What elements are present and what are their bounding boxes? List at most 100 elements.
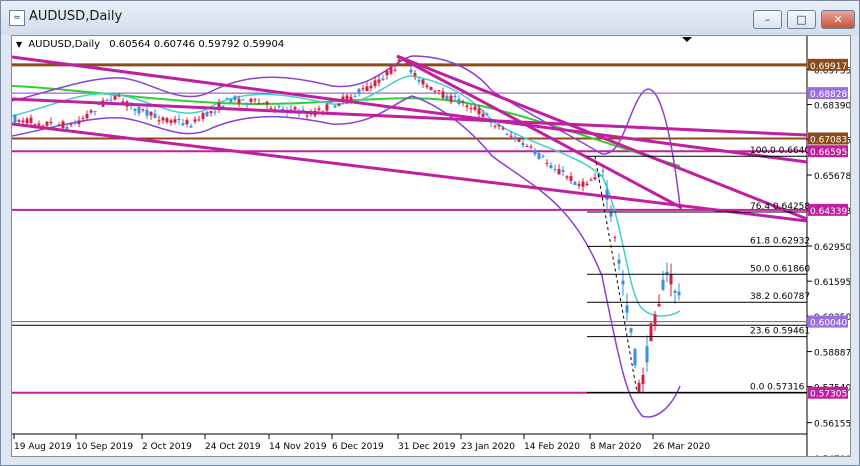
- candle-body: [629, 328, 633, 333]
- candle-body: [277, 106, 281, 108]
- candle-body: [265, 101, 269, 105]
- candle-body: [61, 121, 65, 129]
- candle-body: [545, 162, 549, 164]
- candle-body: [361, 88, 365, 90]
- candle-body: [581, 181, 585, 187]
- price-chart[interactable]: 100.0 0.66402 76.4 0.64258 61.8 0.62932 50.…: [12, 36, 850, 456]
- candle-body: [233, 96, 237, 100]
- candle-body: [197, 119, 201, 121]
- title-bar[interactable]: ≈ AUDUSD,Daily – □ ✕: [1, 1, 859, 35]
- candle-body: [177, 118, 181, 120]
- time-tick-label: 23 Jan 2020: [461, 442, 515, 452]
- candle-body: [541, 156, 545, 158]
- candle-body: [349, 96, 353, 101]
- candle-body: [501, 128, 505, 130]
- time-tick-label: 6 Dec 2019: [332, 442, 384, 452]
- candle-body: [33, 124, 37, 126]
- candle-body: [305, 115, 309, 117]
- fib-level-label: 100.0 0.66402: [750, 146, 816, 156]
- candle-body: [245, 103, 249, 105]
- time-tick-label: 24 Oct 2019: [205, 442, 261, 452]
- candle-body: [93, 111, 97, 113]
- candle-body: [137, 107, 141, 114]
- chart-window-icon[interactable]: ≈: [9, 10, 25, 26]
- fib-level-label: 50.0 0.61860: [750, 264, 810, 274]
- candle-body: [113, 95, 117, 100]
- candle-body: [381, 78, 385, 81]
- candle-body: [205, 111, 209, 117]
- candle-body: [617, 259, 621, 264]
- candle-body: [377, 79, 381, 83]
- candle-body: [29, 117, 33, 123]
- candle-body: [317, 108, 321, 111]
- chart-shift-marker-icon[interactable]: [682, 37, 692, 42]
- candle-body: [157, 120, 161, 122]
- candle-body: [397, 59, 401, 62]
- candle-body: [393, 69, 397, 71]
- chart-window: ≈ AUDUSD,Daily – □ ✕ ▼ AUDUSD,Daily 0.60…: [0, 0, 860, 466]
- candle-body: [105, 99, 109, 101]
- candle-body: [609, 212, 613, 217]
- candle-body: [477, 108, 481, 115]
- candle-body: [505, 133, 509, 135]
- candle-body: [625, 305, 629, 313]
- bollinger-lower: [12, 95, 681, 418]
- price-tag-label: 0.69917: [810, 62, 847, 72]
- candle-body: [269, 107, 273, 109]
- candle-body: [553, 168, 557, 170]
- candle-body: [165, 118, 169, 123]
- candle-body: [65, 126, 69, 129]
- candle-body: [17, 120, 21, 122]
- candle-body: [601, 170, 605, 172]
- candle-body: [213, 111, 217, 113]
- candle-body: [661, 279, 665, 290]
- chart-area[interactable]: ▼ AUDUSD,Daily 0.60564 0.60746 0.59792 0…: [11, 35, 851, 457]
- candle-body: [449, 95, 453, 103]
- candle-body: [229, 99, 233, 103]
- price-tag-label: 0.60040: [810, 319, 847, 329]
- candle-body: [593, 177, 597, 180]
- candle-body: [73, 122, 77, 125]
- price-tick-label: 0.58887: [814, 349, 850, 359]
- time-tick-label: 31 Dec 2019: [398, 442, 456, 452]
- trend-line: [12, 97, 808, 137]
- price-tag-label: 0.64339: [810, 207, 847, 217]
- candle-body: [613, 236, 617, 238]
- time-tick-label: 19 Aug 2019: [14, 442, 72, 452]
- candle-body: [57, 124, 61, 126]
- candle-body: [413, 73, 417, 76]
- close-button[interactable]: ✕: [821, 10, 855, 29]
- price-tick-label: 0.54790: [814, 455, 850, 456]
- candle-body: [373, 80, 377, 86]
- fib-level-label: 38.2 0.60787: [750, 292, 810, 302]
- candle-body: [81, 117, 85, 119]
- candle-body: [161, 117, 165, 121]
- candle-body: [53, 125, 57, 128]
- candle-body: [533, 149, 537, 155]
- price-tag-label: 0.68828: [810, 90, 847, 100]
- candle-body: [189, 125, 193, 128]
- candle-body: [21, 120, 25, 123]
- candle-body: [429, 86, 433, 90]
- candle-body: [333, 105, 337, 108]
- candle-body: [425, 85, 429, 88]
- candle-body: [673, 290, 677, 293]
- maximize-button[interactable]: □: [787, 10, 816, 29]
- candle-body: [509, 135, 513, 137]
- candle-body: [13, 115, 17, 123]
- candle-body: [521, 142, 525, 146]
- candle-body: [445, 95, 449, 100]
- candle-body: [653, 314, 657, 325]
- candle-body: [641, 374, 645, 385]
- minimize-button[interactable]: –: [753, 10, 782, 29]
- candle-body: [173, 119, 177, 123]
- candle-body: [209, 111, 213, 113]
- candle-body: [237, 98, 241, 104]
- candle-body: [589, 179, 593, 181]
- candle-body: [529, 146, 533, 148]
- price-tick-label: 0.68390: [814, 102, 850, 112]
- candle-body: [457, 99, 461, 104]
- candle-body: [69, 124, 73, 126]
- candle-body: [153, 113, 157, 119]
- candle-body: [337, 103, 341, 106]
